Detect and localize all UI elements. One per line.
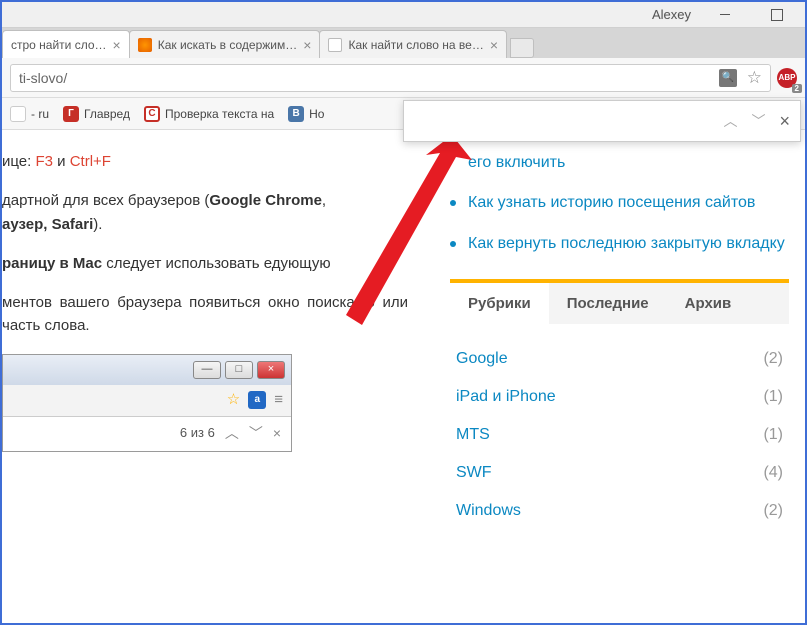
- category-item[interactable]: SWF (4): [456, 454, 783, 492]
- adblock-icon[interactable]: ABP: [777, 68, 797, 88]
- tab-close-icon[interactable]: ×: [113, 37, 121, 53]
- find-next-icon[interactable]: ﹀: [751, 111, 765, 131]
- related-link-item[interactable]: его включить: [450, 152, 789, 174]
- article-line: раницу в Mac следует использовать едующу…: [2, 252, 408, 275]
- sidebar-column: его включить Как узнать историю посещени…: [422, 130, 805, 623]
- category-count: (4): [763, 464, 783, 482]
- inset-star-icon[interactable]: ☆: [227, 388, 240, 411]
- category-item[interactable]: iPad и iPhone (1): [456, 378, 783, 416]
- window-maximize-button[interactable]: [759, 6, 795, 24]
- inset-menu-icon[interactable]: ≡: [274, 388, 283, 411]
- widget-tab-rubrics[interactable]: Рубрики: [450, 283, 549, 324]
- bullet-icon: [450, 241, 456, 247]
- category-count: (2): [763, 350, 783, 368]
- inset-find-prev-icon[interactable]: ︿: [225, 423, 239, 445]
- bookmark-favicon-icon: [10, 106, 26, 122]
- username-label: Alexey: [652, 7, 691, 22]
- category-link[interactable]: SWF: [456, 464, 492, 482]
- address-bar: ti-slovo/ 🔍 ☆ ABP: [2, 58, 805, 98]
- article-line: дартной для всех браузеров (Google Chrom…: [2, 189, 408, 236]
- window-minimize-button[interactable]: [707, 6, 743, 24]
- category-item[interactable]: Google (2): [456, 340, 783, 378]
- related-link-partial: его включить: [468, 152, 565, 174]
- bullet-icon: [450, 200, 456, 206]
- browser-tab[interactable]: стро найти сло… ×: [2, 30, 130, 58]
- inset-find-count: 6 из 6: [180, 423, 215, 443]
- related-link-item[interactable]: Как вернуть последнюю закрытую вкладку: [450, 233, 789, 255]
- bookmark-star-icon[interactable]: ☆: [747, 68, 762, 88]
- bookmark-label: Главред: [84, 107, 130, 121]
- bookmark-item[interactable]: C Проверка текста на: [144, 106, 274, 122]
- inset-find-bar: 6 из 6 ︿ ﹀ ×: [3, 417, 291, 451]
- category-item[interactable]: MTS (1): [456, 416, 783, 454]
- widget-tab-archive[interactable]: Архив: [667, 283, 750, 324]
- url-input[interactable]: ti-slovo/ 🔍 ☆: [10, 64, 771, 92]
- related-link: Как вернуть последнюю закрытую вкладку: [468, 233, 785, 255]
- new-tab-button[interactable]: [510, 38, 534, 58]
- inset-amazon-icon[interactable]: a: [248, 391, 266, 409]
- url-text: ti-slovo/: [19, 70, 67, 86]
- inset-maximize-button[interactable]: □: [225, 361, 253, 379]
- page-favicon-icon: [328, 38, 342, 52]
- article-line: ментов вашего браузера появиться окно по…: [2, 291, 408, 338]
- bookmark-item[interactable]: Г Главред: [63, 106, 130, 122]
- tab-label: стро найти сло…: [11, 38, 107, 52]
- inset-find-close-icon[interactable]: ×: [273, 423, 281, 445]
- search-engine-icon[interactable]: 🔍: [719, 69, 737, 87]
- page-content: ице: F3 и Ctrl+F дартной для всех браузе…: [2, 130, 805, 623]
- bookmark-favicon-icon: C: [144, 106, 160, 122]
- inset-find-next-icon[interactable]: ﹀: [249, 423, 263, 445]
- tab-close-icon[interactable]: ×: [303, 37, 311, 53]
- inset-titlebar: — □ ×: [3, 355, 291, 385]
- bookmark-item[interactable]: - ru: [10, 106, 49, 122]
- related-link-item[interactable]: Как узнать историю посещения сайтов: [450, 192, 789, 214]
- tab-strip: стро найти сло… × Как искать в содержим……: [2, 28, 805, 58]
- firefox-favicon-icon: [138, 38, 152, 52]
- embedded-screenshot: — □ × ☆ a ≡ 6 из 6 ︿ ﹀ ×: [2, 354, 292, 452]
- category-link[interactable]: MTS: [456, 426, 490, 444]
- category-link[interactable]: Google: [456, 350, 508, 368]
- find-in-page-bar: ︿ ﹀ ×: [403, 100, 801, 142]
- bookmark-favicon-icon: B: [288, 106, 304, 122]
- bookmark-item[interactable]: B Но: [288, 106, 324, 122]
- category-list: Google (2) iPad и iPhone (1) MTS (1) SWF…: [450, 324, 789, 530]
- window-titlebar: Alexey: [2, 2, 805, 28]
- sidebar-widget: Рубрики Последние Архив Google (2) iPad …: [450, 279, 789, 530]
- category-count: (2): [763, 502, 783, 520]
- article-column: ице: F3 и Ctrl+F дартной для всех браузе…: [2, 130, 422, 623]
- category-count: (1): [763, 388, 783, 406]
- browser-tab[interactable]: Как искать в содержим… ×: [129, 30, 321, 58]
- inset-minimize-button[interactable]: —: [193, 361, 221, 379]
- find-close-icon[interactable]: ×: [779, 111, 790, 132]
- category-link[interactable]: Windows: [456, 502, 521, 520]
- widget-tabstrip: Рубрики Последние Архив: [450, 283, 789, 324]
- bookmark-label: - ru: [31, 107, 49, 121]
- article-line: ице: F3 и Ctrl+F: [2, 150, 408, 173]
- omnibox-actions: 🔍 ☆: [719, 68, 762, 88]
- inset-address-bar: ☆ a ≡: [3, 385, 291, 417]
- tab-label: Как искать в содержим…: [158, 38, 298, 52]
- category-item[interactable]: Windows (2): [456, 492, 783, 530]
- related-link: Как узнать историю посещения сайтов: [468, 192, 755, 214]
- inset-close-button[interactable]: ×: [257, 361, 285, 379]
- category-link[interactable]: iPad и iPhone: [456, 388, 556, 406]
- widget-tab-recent[interactable]: Последние: [549, 283, 667, 324]
- browser-tab[interactable]: Как найти слово на ве… ×: [319, 30, 507, 58]
- find-prev-icon[interactable]: ︿: [723, 111, 737, 131]
- tab-label: Как найти слово на ве…: [348, 38, 483, 52]
- find-input[interactable]: [414, 113, 709, 129]
- tab-close-icon[interactable]: ×: [490, 37, 498, 53]
- category-count: (1): [763, 426, 783, 444]
- bookmark-label: Но: [309, 107, 324, 121]
- bookmark-label: Проверка текста на: [165, 107, 274, 121]
- bookmark-favicon-icon: Г: [63, 106, 79, 122]
